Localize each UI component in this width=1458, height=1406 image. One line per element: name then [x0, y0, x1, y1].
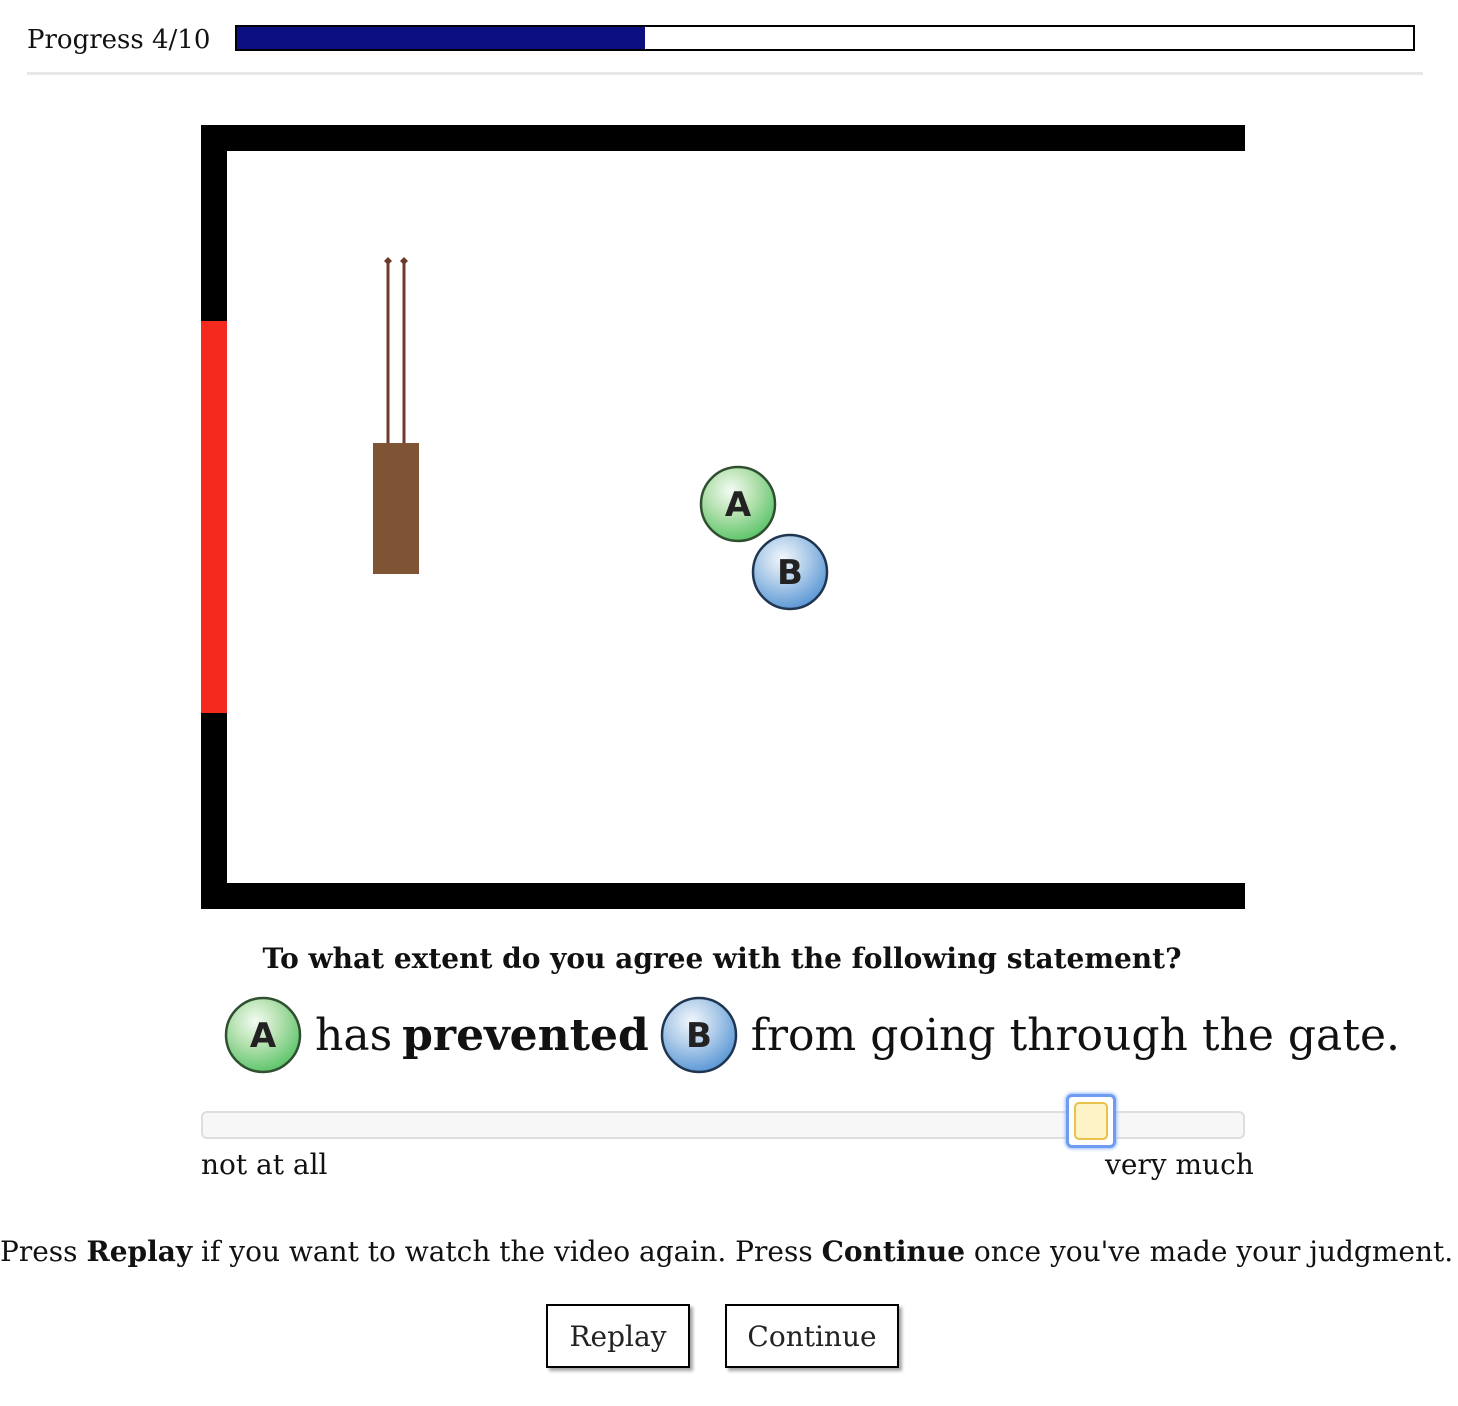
statement-rest: from going through the gate. [750, 1009, 1400, 1061]
continue-button[interactable]: Continue [725, 1304, 899, 1368]
bottom-wall [201, 883, 1245, 909]
left-wall-lower [201, 713, 227, 909]
top-wall [201, 125, 1245, 151]
ball-b: B [751, 533, 829, 611]
ball-b-icon: B [660, 996, 737, 1074]
ball-a-icon: A [224, 996, 302, 1074]
progress-label: Progress 4/10 [27, 25, 211, 55]
header-divider [27, 72, 1423, 75]
statement-has: has [315, 1009, 393, 1061]
instructions-text-2: if you want to watch the video again. Pr… [192, 1235, 822, 1268]
instructions-text-3: once you've made your judgment. [965, 1235, 1454, 1268]
slider-min-label: not at all [201, 1148, 328, 1181]
progress-fill [237, 27, 646, 49]
scene-video: A B [201, 125, 1245, 909]
progress-header: Progress 4/10 [27, 22, 1419, 58]
statement: A has prevented B from going through the… [223, 995, 1410, 1075]
rating-slider-handle[interactable] [1065, 1094, 1116, 1148]
question-prompt: To what extent do you agree with the fol… [262, 942, 1182, 975]
replay-button[interactable]: Replay [546, 1304, 690, 1368]
statement-verb: prevented [402, 1009, 649, 1061]
patient-label: B [686, 1016, 712, 1056]
ball-a: A [699, 465, 777, 543]
gate [201, 321, 227, 713]
instructions: Press Replay if you want to watch the vi… [0, 1235, 1453, 1268]
agent-label: A [250, 1016, 277, 1056]
progress-bar [235, 25, 1415, 51]
slider-max-label: very much [1105, 1148, 1254, 1181]
instructions-replay-word: Replay [86, 1235, 193, 1268]
instructions-text-1: Press [0, 1235, 87, 1268]
left-wall-upper [201, 125, 227, 321]
wooden-block-obstacle [373, 257, 419, 574]
ball-b-label: B [777, 553, 803, 593]
ball-a-label: A [725, 485, 752, 525]
instructions-continue-word: Continue [821, 1235, 966, 1268]
